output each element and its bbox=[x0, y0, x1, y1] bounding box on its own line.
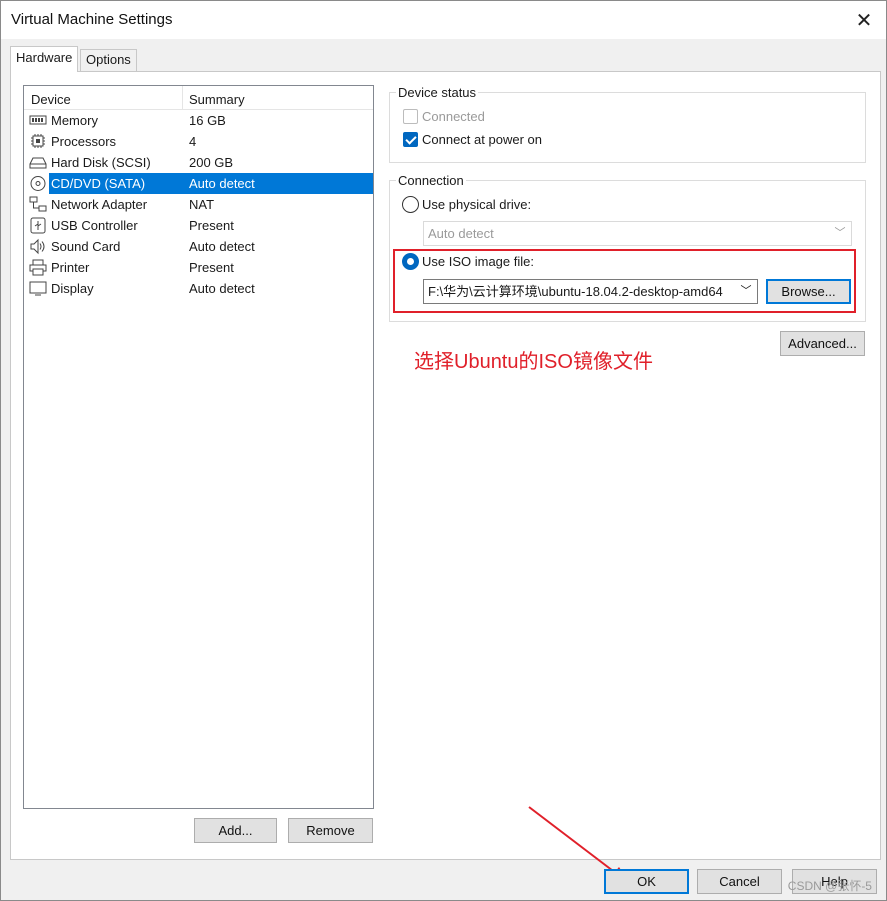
device-name: Hard Disk (SCSI) bbox=[51, 155, 151, 170]
window-title: Virtual Machine Settings bbox=[11, 11, 173, 28]
connected-label: Connected bbox=[422, 109, 485, 124]
device-summary: 200 GB bbox=[189, 155, 234, 170]
watermark: CSDN @张怀-5 bbox=[787, 879, 872, 893]
device-summary: Auto detect bbox=[189, 281, 255, 296]
tab-options[interactable]: Options bbox=[80, 49, 137, 71]
connect-at-power-on-checkbox[interactable] bbox=[403, 132, 418, 147]
device-summary: Present bbox=[189, 218, 234, 233]
cancel-button[interactable]: Cancel bbox=[697, 869, 782, 894]
memory-icon bbox=[29, 115, 47, 125]
device-row-cd-dvd[interactable]: CD/DVD (SATA) Auto detect bbox=[24, 173, 373, 194]
monitor-icon bbox=[29, 281, 47, 296]
device-name: Printer bbox=[51, 260, 90, 275]
column-separator[interactable] bbox=[182, 86, 183, 110]
device-summary: Auto detect bbox=[189, 176, 255, 191]
dialog-window: Virtual Machine Settings ✕ Hardware Opti… bbox=[0, 0, 887, 901]
network-adapter-icon bbox=[29, 196, 47, 212]
column-header-summary[interactable]: Summary bbox=[189, 92, 245, 107]
device-row-network-adapter[interactable]: Network Adapter NAT bbox=[24, 194, 373, 215]
device-name: CD/DVD (SATA) bbox=[51, 176, 146, 191]
device-status-group bbox=[389, 92, 866, 163]
device-summary: NAT bbox=[189, 197, 215, 212]
hard-disk-icon bbox=[29, 157, 47, 169]
device-name: Sound Card bbox=[51, 239, 121, 254]
connected-checkbox[interactable] bbox=[403, 109, 418, 124]
use-physical-drive-radio[interactable] bbox=[402, 196, 419, 213]
device-row-hard-disk[interactable]: Hard Disk (SCSI) 200 GB bbox=[24, 152, 373, 173]
device-row-usb-controller[interactable]: USB Controller Present bbox=[24, 215, 373, 236]
printer-icon bbox=[29, 259, 47, 276]
chevron-down-icon: ﹀ bbox=[833, 222, 847, 245]
cd-dvd-icon bbox=[30, 176, 46, 191]
device-list[interactable]: Device Summary Memory 16 GB Processors 4… bbox=[23, 85, 374, 809]
device-name: USB Controller bbox=[51, 218, 138, 233]
device-name: Processors bbox=[51, 134, 117, 149]
device-name: Memory bbox=[51, 113, 98, 128]
title-bar: Virtual Machine Settings ✕ bbox=[1, 1, 886, 39]
device-row-memory[interactable]: Memory 16 GB bbox=[24, 110, 373, 131]
add-button[interactable]: Add... bbox=[194, 818, 277, 843]
physical-drive-select[interactable]: Auto detect ﹀ bbox=[423, 221, 852, 246]
device-summary: 16 GB bbox=[189, 113, 226, 128]
device-name: Network Adapter bbox=[51, 197, 148, 212]
device-list-header: Device Summary bbox=[24, 86, 373, 110]
connection-label: Connection bbox=[396, 173, 466, 188]
annotation-text: 选择Ubuntu的ISO镜像文件 bbox=[414, 351, 653, 373]
device-summary: Auto detect bbox=[189, 239, 255, 254]
physical-drive-value: Auto detect bbox=[428, 226, 494, 241]
device-status-label: Device status bbox=[396, 85, 479, 100]
speaker-icon bbox=[30, 238, 45, 255]
device-row-printer[interactable]: Printer Present bbox=[24, 257, 373, 278]
use-physical-drive-label: Use physical drive: bbox=[422, 197, 532, 212]
device-name: Display bbox=[51, 281, 94, 296]
connect-at-power-on-label: Connect at power on bbox=[422, 132, 542, 147]
device-summary: 4 bbox=[189, 134, 197, 149]
advanced-button[interactable]: Advanced... bbox=[780, 331, 865, 356]
device-row-sound-card[interactable]: Sound Card Auto detect bbox=[24, 236, 373, 257]
processor-icon bbox=[31, 134, 45, 148]
annotation-highlight-box bbox=[393, 249, 856, 313]
device-row-processors[interactable]: Processors 4 bbox=[24, 131, 373, 152]
remove-button[interactable]: Remove bbox=[288, 818, 373, 843]
column-header-device[interactable]: Device bbox=[31, 92, 71, 107]
device-row-display[interactable]: Display Auto detect bbox=[24, 278, 373, 299]
tab-hardware[interactable]: Hardware bbox=[10, 46, 79, 72]
device-summary: Present bbox=[189, 260, 234, 275]
ok-button[interactable]: OK bbox=[604, 869, 689, 894]
usb-icon bbox=[30, 217, 46, 234]
close-icon[interactable]: ✕ bbox=[846, 3, 882, 37]
